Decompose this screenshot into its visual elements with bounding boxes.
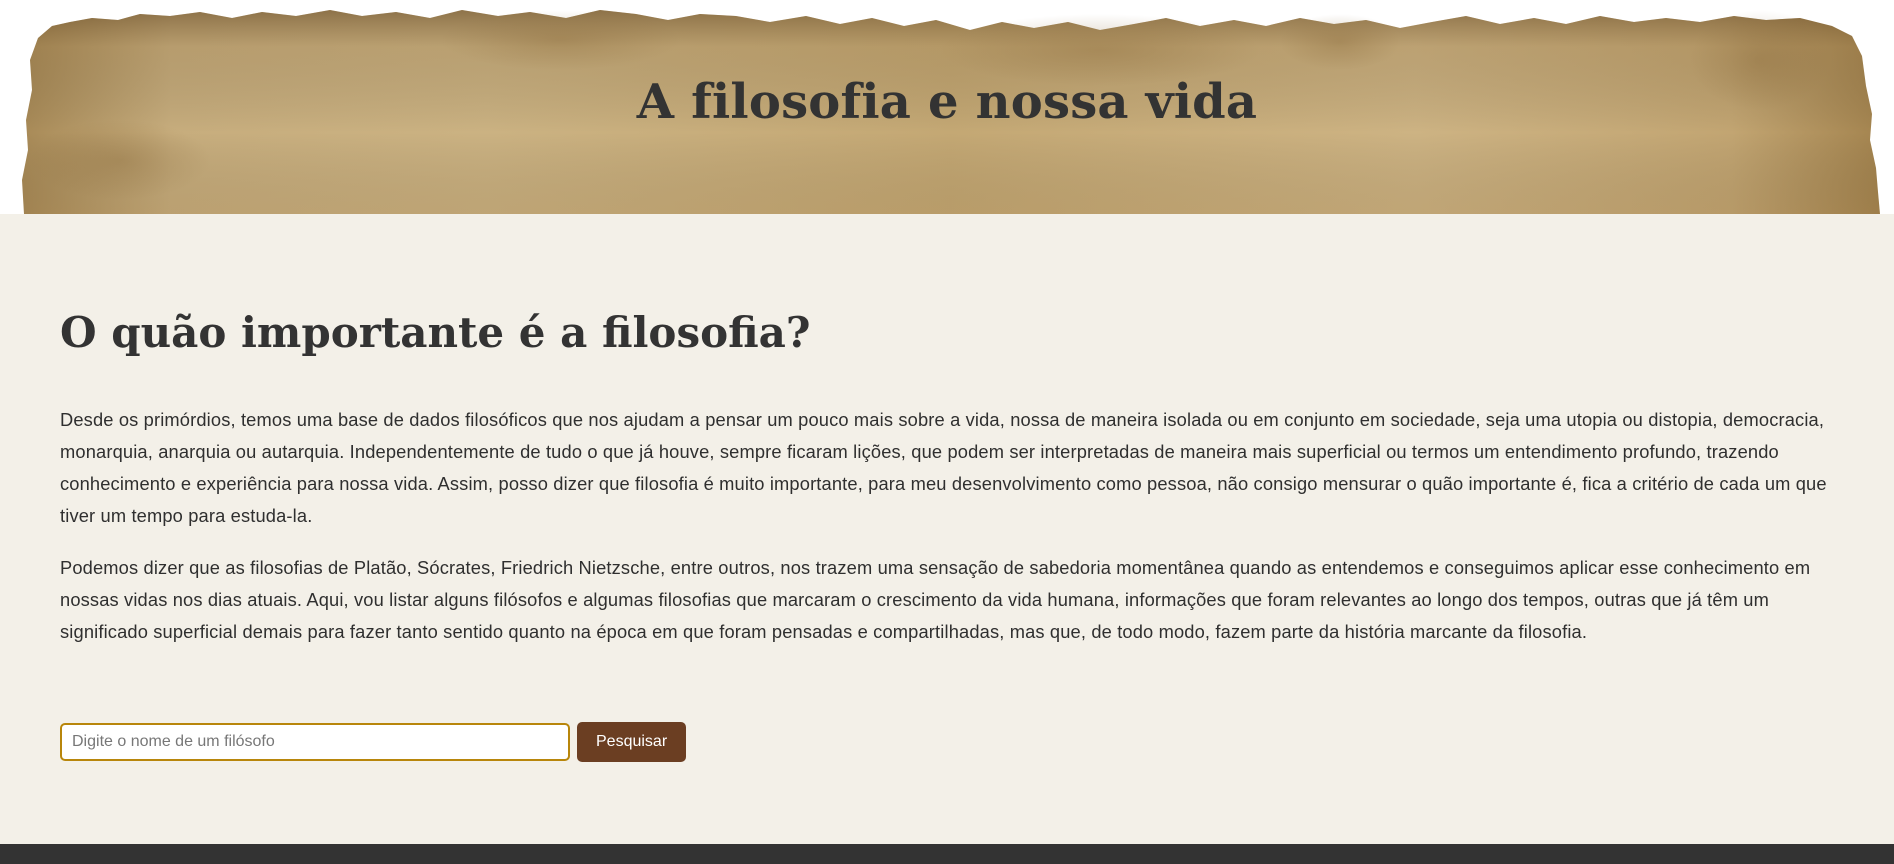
site-title: A filosofia e nossa vida — [636, 74, 1258, 130]
intro-paragraph: Desde os primórdios, temos uma base de d… — [60, 409, 1827, 526]
section-heading: O quão importante é a filosofia? — [60, 308, 811, 357]
site-footer — [0, 844, 1894, 864]
search-form: Pesquisar — [60, 722, 687, 762]
search-button[interactable]: Pesquisar — [577, 722, 687, 762]
philosophers-paragraph: Podemos dizer que as filosofias de Platã… — [60, 557, 1811, 642]
philosopher-search-input[interactable] — [60, 723, 570, 761]
main-content: O quão importante é a filosofia? Desde o… — [0, 214, 1894, 844]
site-header: A filosofia e nossa vida — [0, 0, 1894, 214]
